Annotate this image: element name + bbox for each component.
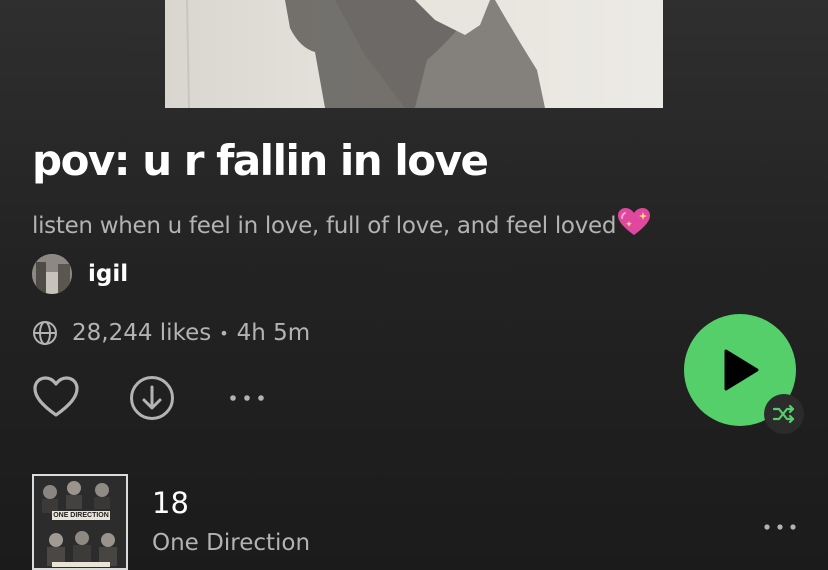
download-circle-icon[interactable] [129,375,175,421]
play-icon[interactable] [720,348,760,392]
owner-avatar[interactable] [32,254,72,294]
playlist-stats: 28,244 likes • 4h 5m [32,316,310,350]
shuffle-icon[interactable] [772,404,796,424]
sparkling-heart-icon [617,207,651,243]
shuffle-button[interactable] [764,394,804,434]
playlist-description-text: listen when u feel in love, full of love… [32,213,617,239]
like-button[interactable] [32,375,80,423]
separator-dot: • [219,323,229,343]
likes-count: 28,244 likes [72,320,212,346]
owner-row[interactable]: igil [32,254,128,294]
album-art: ONE DIRECTION [32,474,128,570]
download-button[interactable] [129,375,175,425]
playlist-cover [165,0,663,108]
globe-icon [32,320,58,346]
owner-name[interactable]: igil [88,261,128,287]
shadow-silhouette-image [186,0,545,108]
track-artist[interactable]: One Direction [152,530,310,556]
album-art-label: ONE DIRECTION [52,511,110,520]
track-more-button[interactable] [763,518,799,537]
heart-outline-icon[interactable] [32,375,80,419]
more-dots-icon[interactable] [227,388,269,408]
playlist-title: pov: u r fallin in love [32,136,489,185]
more-options-button[interactable] [227,388,269,412]
playlist-description: listen when u feel in love, full of love… [32,207,651,243]
playlist-duration: 4h 5m [236,320,311,346]
track-more-dots-icon[interactable] [763,521,799,533]
track-row[interactable]: ONE DIRECTION 18 One Direction [32,474,828,570]
track-title[interactable]: 18 [152,486,189,520]
